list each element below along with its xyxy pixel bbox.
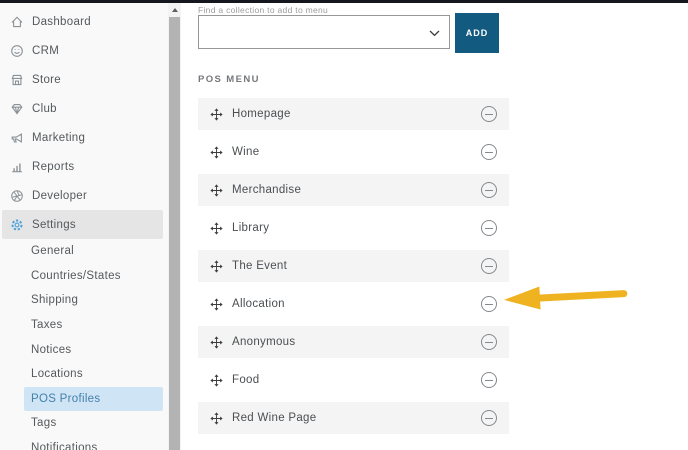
sidebar-item-label: Club xyxy=(32,102,57,115)
sidebar-item-label: CRM xyxy=(32,44,60,57)
move-handle-icon[interactable] xyxy=(210,107,223,121)
sidebar-subitem-label: POS Profiles xyxy=(31,392,101,405)
menu-item-label: Merchandise xyxy=(232,184,302,196)
add-collection-controls: ADD xyxy=(198,13,688,53)
sidebar-item-club[interactable]: Club xyxy=(2,94,163,123)
sidebar-subitem-label: Notifications xyxy=(31,442,98,450)
remove-icon[interactable] xyxy=(481,106,497,122)
pos-menu-row-wine: Wine xyxy=(198,136,509,168)
smiley-icon xyxy=(10,44,24,58)
sidebar-subitem-locations[interactable]: Locations xyxy=(24,362,163,387)
pos-menu-row-library: Library xyxy=(198,212,509,244)
sidebar-subitem-label: Tags xyxy=(31,417,57,430)
sidebar-item-settings[interactable]: Settings xyxy=(2,210,163,239)
move-handle-icon[interactable] xyxy=(210,221,223,235)
pos-menu-heading: POS MENU xyxy=(198,74,260,85)
sidebar-subitem-notices[interactable]: Notices xyxy=(24,337,163,362)
remove-icon[interactable] xyxy=(481,144,497,160)
sidebar-subitem-label: Taxes xyxy=(31,319,63,332)
sidebar: Dashboard CRM Store Club Marketing Repor… xyxy=(0,3,168,450)
pos-menu-row-allocation: Allocation xyxy=(198,288,509,320)
menu-item-label: Homepage xyxy=(232,108,291,120)
main-content: Find a collection to add to menu ADD POS… xyxy=(181,3,688,450)
menu-item-label: Food xyxy=(232,374,260,386)
menu-item-label: Library xyxy=(232,222,270,234)
pos-menu-row-food: Food xyxy=(198,364,509,396)
sidebar-item-developer[interactable]: Developer xyxy=(2,181,163,210)
sidebar-nav: Dashboard CRM Store Club Marketing Repor… xyxy=(0,3,168,239)
chevron-down-icon xyxy=(429,30,440,37)
sidebar-subitem-general[interactable]: General xyxy=(24,239,163,264)
menu-item-label: Red Wine Page xyxy=(232,412,317,424)
remove-icon[interactable] xyxy=(481,296,497,312)
sidebar-item-reports[interactable]: Reports xyxy=(2,152,163,181)
scrollbar-thumb[interactable] xyxy=(169,17,180,450)
sidebar-subitem-countries-states[interactable]: Countries/States xyxy=(24,264,163,289)
sidebar-subitem-label: Countries/States xyxy=(31,269,121,282)
remove-icon[interactable] xyxy=(481,182,497,198)
sidebar-item-label: Reports xyxy=(32,160,75,173)
pos-menu-row-merchandise: Merchandise xyxy=(198,174,509,206)
collection-select[interactable] xyxy=(198,15,450,49)
move-handle-icon[interactable] xyxy=(210,259,223,273)
move-handle-icon[interactable] xyxy=(210,183,223,197)
sidebar-item-label: Settings xyxy=(32,218,76,231)
sidebar-item-marketing[interactable]: Marketing xyxy=(2,123,163,152)
sidebar-item-store[interactable]: Store xyxy=(2,65,163,94)
sidebar-subitem-notifications[interactable]: Notifications xyxy=(24,436,163,450)
sidebar-subitem-label: Locations xyxy=(31,368,83,381)
menu-item-label: Anonymous xyxy=(232,336,296,348)
sidebar-item-label: Marketing xyxy=(32,131,86,144)
menu-item-label: The Event xyxy=(232,260,288,272)
add-button[interactable]: ADD xyxy=(455,13,499,53)
aperture-icon xyxy=(10,189,24,203)
collection-select-label: Find a collection to add to menu xyxy=(198,5,329,15)
sidebar-item-label: Dashboard xyxy=(32,15,91,28)
menu-item-label: Allocation xyxy=(232,298,285,310)
gem-icon xyxy=(10,102,24,116)
remove-icon[interactable] xyxy=(481,372,497,388)
sidebar-subitem-shipping[interactable]: Shipping xyxy=(24,288,163,313)
pos-menu-row-homepage: Homepage xyxy=(198,98,509,130)
bar-chart-icon xyxy=(10,160,24,174)
sidebar-subitem-label: Shipping xyxy=(31,294,79,307)
sidebar-scrollbar[interactable] xyxy=(168,3,181,450)
move-handle-icon[interactable] xyxy=(210,373,223,387)
sidebar-item-label: Developer xyxy=(32,189,88,202)
remove-icon[interactable] xyxy=(481,334,497,350)
sidebar-item-label: Store xyxy=(32,73,61,86)
sidebar-subitem-tags[interactable]: Tags xyxy=(24,411,163,436)
sidebar-item-crm[interactable]: CRM xyxy=(2,36,163,65)
pos-menu-row-red-wine-page: Red Wine Page xyxy=(198,402,509,434)
move-handle-icon[interactable] xyxy=(210,297,223,311)
move-handle-icon[interactable] xyxy=(210,335,223,349)
storefront-icon xyxy=(10,73,24,87)
remove-icon[interactable] xyxy=(481,258,497,274)
megaphone-icon xyxy=(10,131,24,145)
sidebar-subitem-label: General xyxy=(31,245,75,258)
move-handle-icon[interactable] xyxy=(210,411,223,425)
sidebar-settings-subnav: General Countries/States Shipping Taxes … xyxy=(0,239,168,450)
pos-menu-list: Homepage Wine Merchandise Library The Ev… xyxy=(198,98,509,434)
sidebar-subitem-label: Notices xyxy=(31,343,72,356)
move-handle-icon[interactable] xyxy=(210,145,223,159)
pos-menu-row-the-event: The Event xyxy=(198,250,509,282)
home-icon xyxy=(10,15,24,29)
scrollbar-up-arrow-icon[interactable] xyxy=(168,3,181,16)
sidebar-subitem-pos-profiles[interactable]: POS Profiles xyxy=(24,386,163,412)
pos-menu-row-anonymous: Anonymous xyxy=(198,326,509,358)
remove-icon[interactable] xyxy=(481,410,497,426)
remove-icon[interactable] xyxy=(481,220,497,236)
sidebar-subitem-taxes[interactable]: Taxes xyxy=(24,313,163,338)
top-border-bar xyxy=(0,0,688,3)
gear-icon xyxy=(10,218,24,232)
menu-item-label: Wine xyxy=(232,146,260,158)
sidebar-item-dashboard[interactable]: Dashboard xyxy=(2,7,163,36)
